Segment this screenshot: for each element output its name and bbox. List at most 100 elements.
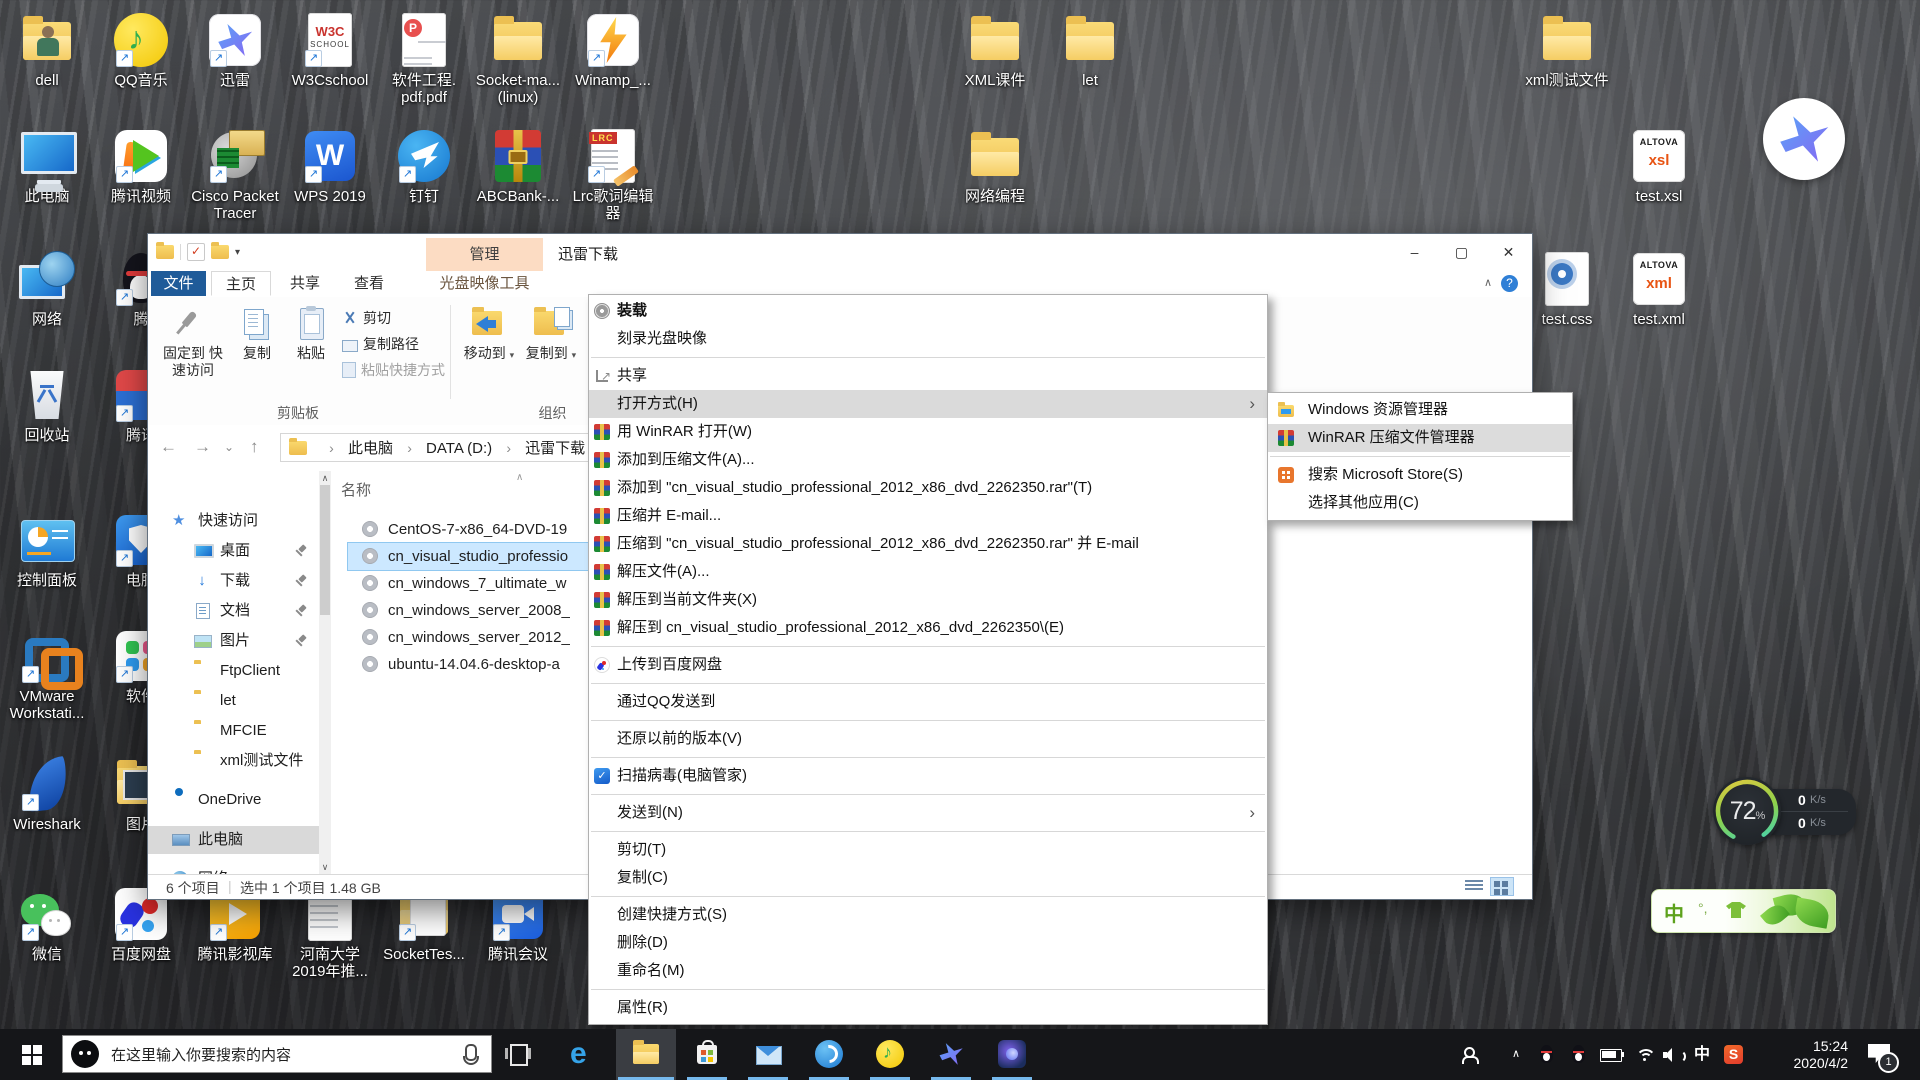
up-icon[interactable]: ↑ — [250, 437, 259, 457]
menu-item-send-via-qq[interactable]: 通过QQ发送到 — [589, 688, 1267, 716]
sidebar-item-onedrive[interactable]: OneDrive — [148, 786, 319, 814]
desktop-icon-thunder[interactable]: ↗ 迅雷 — [189, 12, 281, 89]
submenu-item-choose-other-app[interactable]: 选择其他应用(C) — [1268, 489, 1572, 517]
desktop-icon-recycle-bin[interactable]: 回收站 — [1, 367, 93, 444]
taskbar-app-mail[interactable] — [738, 1029, 798, 1080]
desktop-icon-test-css[interactable]: test.css — [1521, 251, 1613, 328]
ribbon-collapse-icon[interactable]: ∧ — [1484, 276, 1492, 289]
properties-check-icon[interactable]: ✓ — [187, 243, 205, 261]
taskbar-app-qq-browser[interactable] — [799, 1029, 859, 1080]
desktop-icon-winamp[interactable]: ↗ Winamp_... — [567, 12, 659, 89]
sidebar-scrollbar[interactable]: ∧ ∨ — [319, 471, 331, 875]
thunder-floating-button[interactable] — [1763, 98, 1845, 180]
sidebar-item-pictures[interactable]: 图片 — [148, 627, 319, 655]
desktop-icon-test-xsl[interactable]: ALTOVA xsl test.xsl — [1613, 128, 1705, 205]
menu-item-open-with[interactable]: 打开方式(H)› — [589, 390, 1267, 418]
move-to-button[interactable]: 移动到 ▾ — [460, 303, 518, 399]
taskbar-app-explorer[interactable] — [616, 1029, 676, 1080]
desktop-icon-wireshark[interactable]: ↗ Wireshark — [1, 756, 93, 833]
manage-contextual-group[interactable]: 管理 — [426, 238, 543, 271]
menu-item-scan-virus[interactable]: ✓扫描病毒(电脑管家) — [589, 762, 1267, 790]
tray-hidden-icons-button[interactable]: ∧ — [1512, 1029, 1520, 1080]
tray-ime-indicator[interactable]: 中 — [1694, 1029, 1710, 1080]
copy-to-button[interactable]: 复制到 ▾ — [522, 303, 580, 399]
desktop-icon-test-xml[interactable]: ALTOVA xml test.xml — [1613, 251, 1705, 328]
desktop-icon-qqmusic[interactable]: ↗ QQ音乐 — [95, 12, 187, 89]
tab-file[interactable]: 文件 — [151, 271, 206, 296]
title-bar[interactable]: ✓ ▾ 管理 迅雷下载 – ▢ ✕ — [148, 234, 1532, 271]
column-header-name[interactable]: 名称 — [341, 479, 371, 500]
sidebar-item-this-pc[interactable]: 此电脑 — [148, 826, 319, 854]
scrollbar-thumb[interactable] — [320, 485, 330, 615]
breadcrumb-this-pc[interactable]: 此电脑 — [348, 440, 393, 457]
menu-item-extract-here[interactable]: 解压到当前文件夹(X) — [589, 586, 1267, 614]
tab-share[interactable]: 共享 — [276, 271, 334, 296]
ime-punctuation-icon[interactable]: °, — [1698, 900, 1708, 916]
desktop-icon-dingtalk[interactable]: ↗ 钉钉 — [378, 128, 470, 205]
forward-icon[interactable]: → — [194, 437, 211, 457]
details-view-button[interactable] — [1462, 877, 1486, 896]
menu-item-copy[interactable]: 复制(C) — [589, 864, 1267, 892]
back-icon[interactable]: ← — [160, 437, 177, 457]
quick-access-toolbar[interactable]: ✓ ▾ — [156, 242, 240, 262]
tab-view[interactable]: 查看 — [340, 271, 398, 296]
desktop-icon-lrc-editor[interactable]: LRC ↗ Lrc歌词编辑器 — [567, 128, 659, 222]
menu-item-compress-to-named-and-email[interactable]: 压缩到 "cn_visual_studio_professional_2012_… — [589, 530, 1267, 558]
microphone-icon[interactable] — [465, 1044, 477, 1061]
desktop-icon-control-panel[interactable]: 控制面板 — [1, 512, 93, 589]
menu-item-restore-previous-versions[interactable]: 还原以前的版本(V) — [589, 725, 1267, 753]
desktop-icon-abcbank-rar[interactable]: ABCBank-... — [472, 128, 564, 205]
menu-item-extract-files[interactable]: 解压文件(A)... — [589, 558, 1267, 586]
tab-disc-image-tools[interactable]: 光盘映像工具 — [426, 271, 543, 296]
taskbar-search-box[interactable]: 在这里输入你要搜索的内容 — [62, 1035, 492, 1073]
sidebar-item-documents[interactable]: 文档 — [148, 597, 319, 625]
desktop-icon-let[interactable]: let — [1044, 12, 1136, 89]
menu-item-mount[interactable]: 装载 — [589, 297, 1267, 325]
desktop-icon-network[interactable]: 网络 — [1, 251, 93, 328]
desktop-icon-henu-doc[interactable]: 河南大学 2019年推... — [284, 886, 376, 980]
qat-dropdown-icon[interactable]: ▾ — [235, 247, 240, 258]
taskbar-app-store[interactable] — [677, 1029, 737, 1080]
task-view-button[interactable] — [505, 1042, 531, 1066]
taskbar-app-galaxy[interactable] — [982, 1029, 1042, 1080]
desktop-icon-socket-folder[interactable]: Socket-ma... (linux) — [472, 12, 564, 106]
submenu-item-search-store[interactable]: 搜索 Microsoft Store(S) — [1268, 461, 1572, 489]
desktop-icon-xml-test-folder[interactable]: xml测试文件 — [1521, 12, 1613, 89]
desktop-icon-this-pc[interactable]: 此电脑 — [1, 128, 93, 205]
menu-item-rename[interactable]: 重命名(M) — [589, 957, 1267, 985]
folder-icon[interactable] — [156, 245, 174, 259]
menu-item-add-to-named-archive[interactable]: 添加到 "cn_visual_studio_professional_2012_… — [589, 474, 1267, 502]
menu-item-cut[interactable]: 剪切(T) — [589, 836, 1267, 864]
minimize-button[interactable]: – — [1391, 234, 1438, 271]
recent-locations-icon[interactable]: ⌄ — [224, 440, 234, 454]
desktop-icon-wps[interactable]: W↗ WPS 2019 — [284, 128, 376, 205]
sidebar-item-quick-access[interactable]: ★快速访问 — [148, 507, 319, 535]
desktop-icon-vmware[interactable]: ↗ VMware Workstati... — [1, 628, 93, 722]
taskbar-app-thunder[interactable] — [921, 1029, 981, 1080]
pin-to-quick-access-button[interactable]: 固定到 快速访问 — [158, 303, 228, 399]
sidebar-item-xml-test[interactable]: xml测试文件 — [148, 747, 319, 775]
menu-item-compress-and-email[interactable]: 压缩并 E-mail... — [589, 502, 1267, 530]
menu-item-create-shortcut[interactable]: 创建快捷方式(S) — [589, 901, 1267, 929]
large-icons-view-button[interactable] — [1490, 877, 1514, 896]
desktop-icon-wechat[interactable]: ↗ 微信 — [1, 886, 93, 963]
sidebar-item-mfcie[interactable]: MFCIE — [148, 717, 319, 745]
menu-item-upload-to-baidu[interactable]: 上传到百度网盘 — [589, 651, 1267, 679]
ime-mode-chinese[interactable]: 中 — [1664, 898, 1684, 927]
menu-item-share[interactable]: 共享 — [589, 362, 1267, 390]
sidebar-item-desktop[interactable]: 桌面 — [148, 537, 319, 565]
scroll-up-icon[interactable]: ∧ — [319, 473, 331, 484]
maximize-button[interactable]: ▢ — [1438, 234, 1485, 271]
close-button[interactable]: ✕ — [1485, 234, 1532, 271]
desktop-icon-network-programming[interactable]: 网络编程 — [949, 128, 1041, 205]
desktop-icon-tencent-video[interactable]: ↗ 腾讯视频 — [95, 128, 187, 205]
desktop-icon-pdf[interactable]: P 软件工程. pdf.pdf — [378, 12, 470, 106]
taskbar-app-qq-music[interactable] — [860, 1029, 920, 1080]
menu-item-burn-disc-image[interactable]: 刻录光盘映像 — [589, 325, 1267, 353]
breadcrumb-thunder-downloads[interactable]: 迅雷下载 — [525, 440, 585, 457]
sidebar-item-ftpclient[interactable]: FtpClient — [148, 657, 319, 685]
desktop-icon-cisco-packet-tracer[interactable]: ↗ Cisco Packet Tracer — [189, 128, 281, 222]
battery-percent-gauge[interactable]: 72% — [1713, 777, 1781, 845]
menu-item-open-with-winrar[interactable]: 用 WinRAR 打开(W) — [589, 418, 1267, 446]
desktop-icon-dell[interactable]: dell — [1, 12, 93, 89]
